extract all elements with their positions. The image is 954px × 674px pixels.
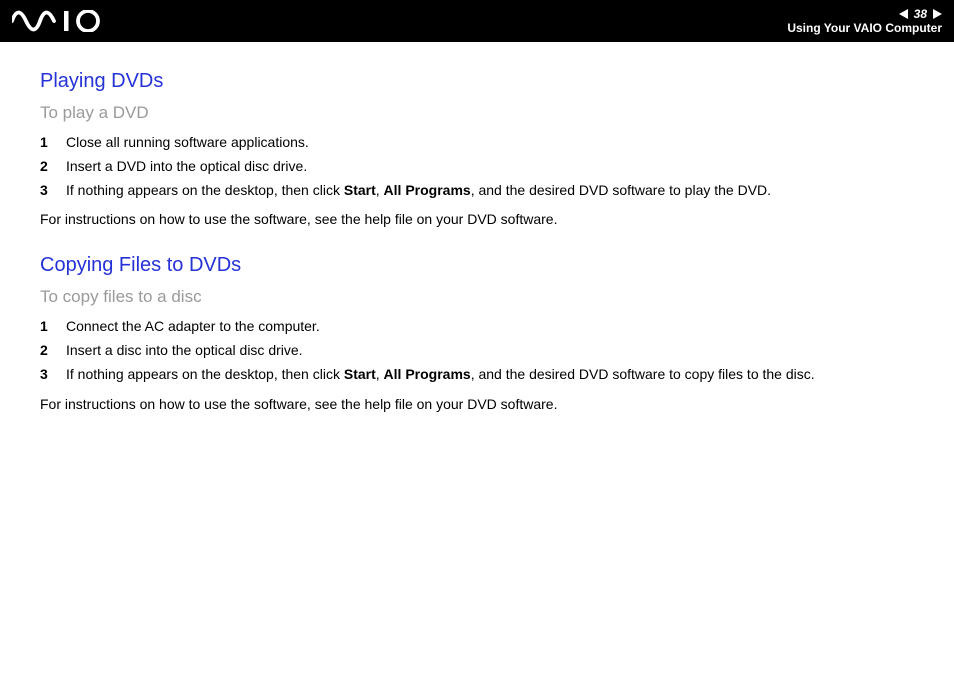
page-nav: 38: [899, 7, 942, 21]
step-text: Close all running software applications.: [66, 131, 914, 155]
step-item: 1 Close all running software application…: [40, 131, 914, 155]
step-item: 1 Connect the AC adapter to the computer…: [40, 315, 914, 339]
text-fragment: If nothing appears on the desktop, then …: [66, 366, 344, 382]
text-fragment: , and the desired DVD software to play t…: [471, 182, 771, 198]
step-number: 3: [40, 363, 66, 387]
step-number: 2: [40, 155, 66, 179]
text-fragment: ,: [376, 182, 384, 198]
header-bar: 38 Using Your VAIO Computer: [0, 0, 954, 42]
bold-start: Start: [344, 182, 376, 198]
header-right: 38 Using Your VAIO Computer: [787, 7, 942, 36]
step-text: Insert a DVD into the optical disc drive…: [66, 155, 914, 179]
step-number: 1: [40, 315, 66, 339]
vaio-logo: [12, 10, 122, 32]
step-number: 2: [40, 339, 66, 363]
next-page-arrow-icon[interactable]: [933, 9, 942, 19]
heading-copying-files: Copying Files to DVDs: [40, 254, 914, 277]
subheading-to-play-dvd: To play a DVD: [40, 103, 914, 123]
step-text: If nothing appears on the desktop, then …: [66, 179, 914, 203]
page-content: Playing DVDs To play a DVD 1 Close all r…: [0, 42, 954, 416]
step-text: Insert a disc into the optical disc driv…: [66, 339, 914, 363]
step-item: 3 If nothing appears on the desktop, the…: [40, 179, 914, 203]
section-title: Using Your VAIO Computer: [787, 21, 942, 35]
text-fragment: , and the desired DVD software to copy f…: [471, 366, 815, 382]
step-item: 2 Insert a DVD into the optical disc dri…: [40, 155, 914, 179]
subheading-to-copy-files: To copy files to a disc: [40, 287, 914, 307]
page-number: 38: [914, 7, 927, 21]
step-item: 2 Insert a disc into the optical disc dr…: [40, 339, 914, 363]
heading-playing-dvds: Playing DVDs: [40, 70, 914, 93]
note-text: For instructions on how to use the softw…: [40, 393, 914, 417]
bold-all-programs: All Programs: [384, 182, 471, 198]
note-text: For instructions on how to use the softw…: [40, 208, 914, 232]
prev-page-arrow-icon[interactable]: [899, 9, 908, 19]
steps-list: 1 Connect the AC adapter to the computer…: [40, 315, 914, 386]
step-text: If nothing appears on the desktop, then …: [66, 363, 914, 387]
step-number: 3: [40, 179, 66, 203]
step-text: Connect the AC adapter to the computer.: [66, 315, 914, 339]
step-item: 3 If nothing appears on the desktop, the…: [40, 363, 914, 387]
step-number: 1: [40, 131, 66, 155]
text-fragment: ,: [376, 366, 384, 382]
bold-start: Start: [344, 366, 376, 382]
steps-list: 1 Close all running software application…: [40, 131, 914, 202]
bold-all-programs: All Programs: [384, 366, 471, 382]
text-fragment: If nothing appears on the desktop, then …: [66, 182, 344, 198]
